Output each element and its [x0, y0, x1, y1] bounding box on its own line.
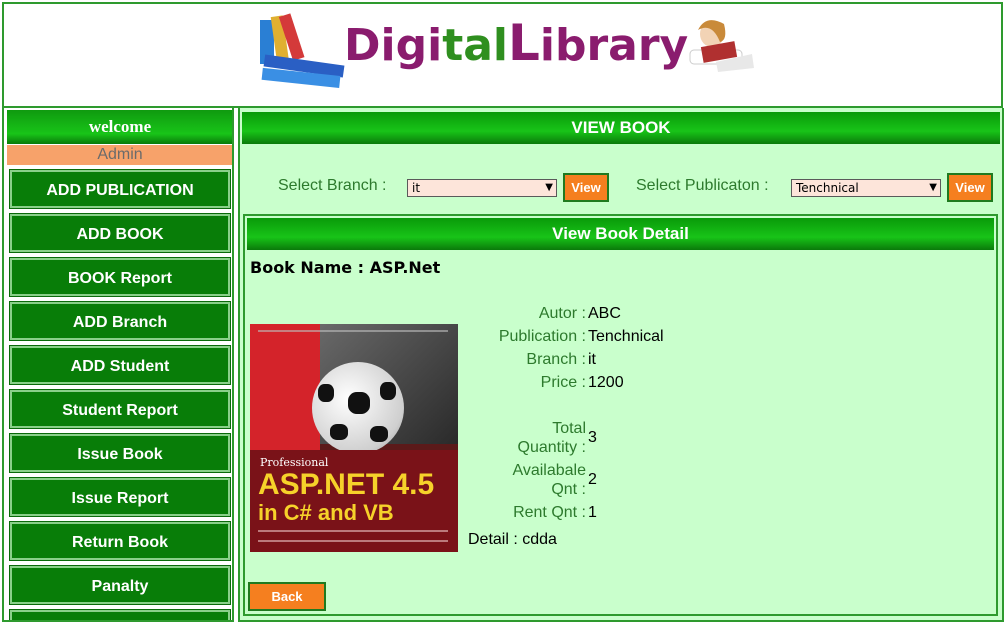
- book-cover-image: Professional ASP.NET 4.5 in C# and VB: [250, 324, 458, 552]
- sidebar-item-add-book[interactable]: ADD BOOK: [9, 213, 231, 253]
- price-label: Price :: [540, 374, 586, 391]
- sidebar-item-panalty[interactable]: Panalty: [9, 565, 231, 605]
- detail-row: Detail : cdda: [468, 531, 557, 549]
- sidebar-item-add-branch[interactable]: ADD Branch: [9, 301, 231, 341]
- publication-label: Select Publicaton :: [636, 177, 769, 194]
- sidebar-item-return-book[interactable]: Return Book: [9, 521, 231, 561]
- branch-label: Select Branch :: [278, 177, 387, 194]
- publication-view-button[interactable]: View: [947, 173, 993, 202]
- page-title: VIEW BOOK: [242, 112, 1000, 144]
- user-name: Admin: [7, 145, 232, 165]
- branch-select[interactable]: it ▼: [407, 179, 557, 197]
- book-name: Book Name : ASP.Net: [250, 258, 441, 277]
- branch-select-value: it: [412, 181, 421, 195]
- branch-view-button[interactable]: View: [563, 173, 609, 202]
- branch-value: it: [588, 351, 596, 368]
- welcome-banner: welcome: [7, 110, 232, 144]
- available-quantity-value: 2: [588, 471, 597, 488]
- chevron-down-icon: ▼: [929, 182, 937, 193]
- digital-library-logo: DigitalLibrary: [254, 10, 754, 90]
- cover-subtitle: in C# and VB: [258, 500, 394, 525]
- soccer-ball-icon: [312, 362, 404, 454]
- sidebar-item-add-student[interactable]: ADD Student: [9, 345, 231, 385]
- sidebar-item-book-report[interactable]: BOOK Report: [9, 257, 231, 297]
- sidebar-item-student-report[interactable]: Student Report: [9, 389, 231, 429]
- author-value: ABC: [588, 305, 621, 322]
- sidebar-item-issue-book[interactable]: Issue Book: [9, 433, 231, 473]
- sidebar-item-partial[interactable]: [9, 609, 231, 620]
- cover-title: ASP.NET 4.5: [258, 468, 435, 501]
- chevron-down-icon: ▼: [545, 182, 553, 193]
- books-icon: [260, 13, 345, 88]
- publication-label: Publication :: [498, 328, 586, 345]
- publication-value: Tenchnical: [588, 328, 664, 345]
- branch-label: Branch :: [526, 351, 586, 368]
- detail-label: Detail :: [468, 531, 518, 548]
- publication-select[interactable]: Tenchnical ▼: [791, 179, 941, 197]
- detail-title: View Book Detail: [247, 218, 994, 250]
- sidebar: welcome Admin ADD PUBLICATION ADD BOOK B…: [2, 108, 234, 622]
- detail-value: cdda: [522, 531, 557, 548]
- back-button[interactable]: Back: [248, 582, 326, 611]
- site-header: DigitalLibrary: [2, 2, 1003, 108]
- rent-quantity-label: Rent Qnt :: [513, 504, 586, 521]
- author-label: Autor :: [538, 305, 586, 322]
- publication-select-value: Tenchnical: [796, 181, 859, 195]
- total-quantity-value: 3: [588, 429, 597, 446]
- main-content: VIEW BOOK Select Branch : it ▼ View Sele…: [238, 108, 1004, 622]
- price-value: 1200: [588, 374, 624, 391]
- sidebar-item-issue-report[interactable]: Issue Report: [9, 477, 231, 517]
- reader-illustration-icon: [689, 20, 754, 72]
- rent-quantity-value: 1: [588, 504, 597, 521]
- sidebar-item-add-publication[interactable]: ADD PUBLICATION: [9, 169, 231, 209]
- logo-text: DigitalLibrary: [344, 14, 689, 72]
- total-quantity-label: Total Quantity :: [517, 420, 586, 456]
- book-detail-panel: View Book Detail Book Name : ASP.Net Pro…: [243, 214, 998, 616]
- available-quantity-label: Availabale Qnt :: [512, 462, 586, 498]
